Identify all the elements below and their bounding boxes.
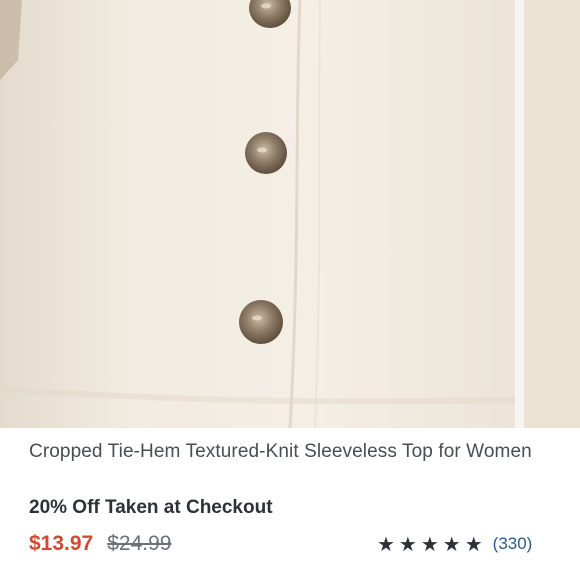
product-image-carousel[interactable] (0, 0, 580, 428)
review-count-link[interactable]: (330) (493, 534, 533, 554)
original-price: $24.99 (107, 532, 172, 555)
shirt-button-3 (239, 300, 283, 344)
price-row: $13.97 $24.99 (29, 531, 171, 557)
rating[interactable]: ★★★★★ (330) (377, 531, 532, 557)
promo-text: 20% Off Taken at Checkout (29, 497, 273, 518)
shirt-button-2 (245, 132, 287, 174)
carousel-gap (515, 0, 524, 428)
next-product-photo-peek[interactable] (524, 0, 580, 428)
star-rating-icon: ★★★★★ (377, 533, 487, 556)
product-info: Cropped Tie-Hem Textured-Knit Sleeveless… (0, 428, 580, 580)
product-title[interactable]: Cropped Tie-Hem Textured-Knit Sleeveless… (29, 442, 549, 462)
product-photo[interactable] (0, 0, 515, 428)
sale-price: $13.97 (29, 532, 94, 555)
